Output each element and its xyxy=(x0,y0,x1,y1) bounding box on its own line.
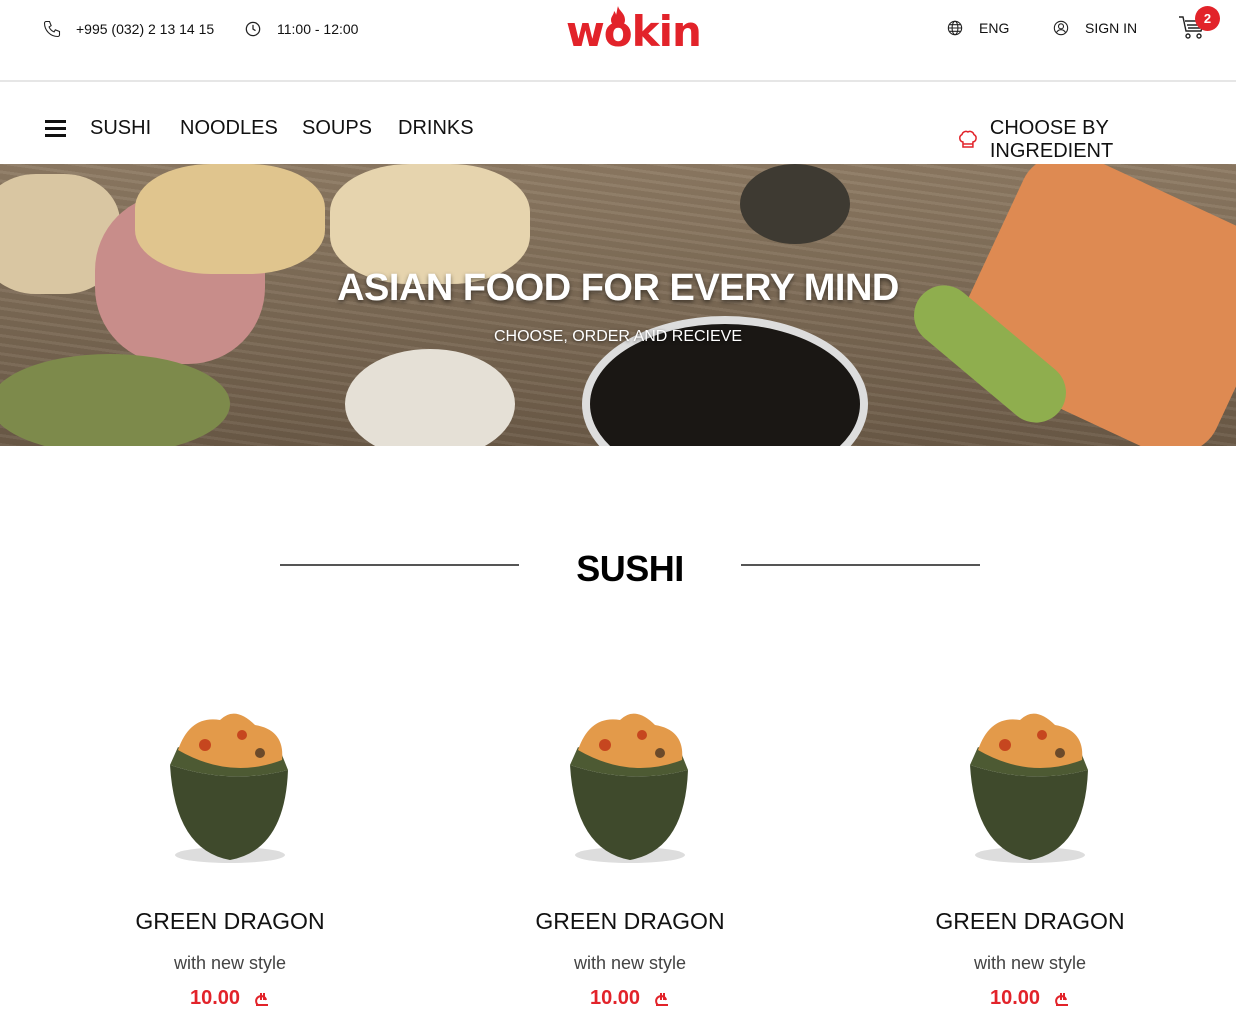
hero-subtitle: CHOOSE, ORDER AND RECIEVE xyxy=(493,328,743,345)
sushi-roll-image xyxy=(135,164,325,274)
nav-item-drinks[interactable]: DRINKS xyxy=(398,117,474,140)
seaweed-image xyxy=(740,164,850,244)
hero-title: ASIAN FOOD FOR EVERY MIND xyxy=(337,267,899,309)
gunkan-sushi-image xyxy=(970,713,1088,863)
product-card[interactable]: GREEN DRAGON with new style 10.00 xyxy=(100,705,360,1010)
nav-item-sushi[interactable]: SUSHI xyxy=(90,117,151,140)
logo-text: wokin xyxy=(566,7,702,56)
section-divider-right xyxy=(741,564,980,566)
language-label: ENG xyxy=(979,20,1010,36)
product-card[interactable]: GREEN DRAGON with new style 10.00 xyxy=(900,705,1160,1010)
globe-icon xyxy=(947,20,963,36)
price-value: 10.00 xyxy=(589,987,641,1009)
lari-currency-icon xyxy=(1055,992,1069,1006)
phone-icon xyxy=(43,20,61,38)
product-name: GREEN DRAGON xyxy=(135,908,325,934)
clock-icon xyxy=(245,21,261,37)
user-icon xyxy=(1053,20,1069,36)
price-value: 10.00 xyxy=(189,987,241,1009)
main-nav: SUSHI NOODLES SOUPS DRINKS CHOOSE BY ING… xyxy=(0,84,1236,164)
hamburger-menu-icon[interactable] xyxy=(45,120,66,137)
nav-item-soups[interactable]: SOUPS xyxy=(302,117,372,140)
product-description: with new style xyxy=(173,953,287,973)
sushi-roll-image xyxy=(330,164,530,284)
nav-item-noodles[interactable]: NOODLES xyxy=(180,117,278,140)
ingredient-label: CHOOSE BY INGREDIENT xyxy=(989,117,1114,162)
sign-in-link[interactable]: SIGN IN xyxy=(1051,17,1137,39)
hero-banner: ASIAN FOOD FOR EVERY MIND CHOOSE, ORDER … xyxy=(0,164,1236,446)
hours-text: 11:00 - 12:00 xyxy=(277,21,359,37)
lari-currency-icon xyxy=(655,992,669,1006)
phone-contact[interactable]: +995 (032) 2 13 14 15 xyxy=(42,18,214,40)
opening-hours: 11:00 - 12:00 xyxy=(243,18,358,40)
price-value: 10.00 xyxy=(989,987,1041,1009)
lari-currency-icon xyxy=(255,992,269,1006)
flame-icon xyxy=(611,6,625,27)
product-name: GREEN DRAGON xyxy=(535,908,725,934)
section-divider-left xyxy=(280,564,519,566)
product-card[interactable]: GREEN DRAGON with new style 10.00 xyxy=(500,705,760,1010)
section-title: SUSHI xyxy=(576,548,684,589)
product-description: with new style xyxy=(573,953,687,973)
top-bar: +995 (032) 2 13 14 15 11:00 - 12:00 woki… xyxy=(0,0,1236,82)
language-selector[interactable]: ENG xyxy=(945,17,1009,39)
product-price: 10.00 xyxy=(100,987,360,1010)
product-description: with new style xyxy=(973,953,1087,973)
phone-number: +995 (032) 2 13 14 15 xyxy=(76,21,215,37)
site-logo[interactable]: wokin xyxy=(566,6,702,56)
chef-hat-icon xyxy=(959,130,977,148)
product-name: GREEN DRAGON xyxy=(935,908,1125,934)
product-price: 10.00 xyxy=(500,987,760,1010)
gunkan-sushi-image xyxy=(570,713,688,863)
choose-by-ingredient-button[interactable]: CHOOSE BY INGREDIENT xyxy=(957,117,1236,163)
product-price: 10.00 xyxy=(900,987,1160,1010)
sign-in-label: SIGN IN xyxy=(1085,20,1138,36)
gunkan-sushi-image xyxy=(170,713,288,863)
cart-count-badge: 2 xyxy=(1195,6,1220,31)
